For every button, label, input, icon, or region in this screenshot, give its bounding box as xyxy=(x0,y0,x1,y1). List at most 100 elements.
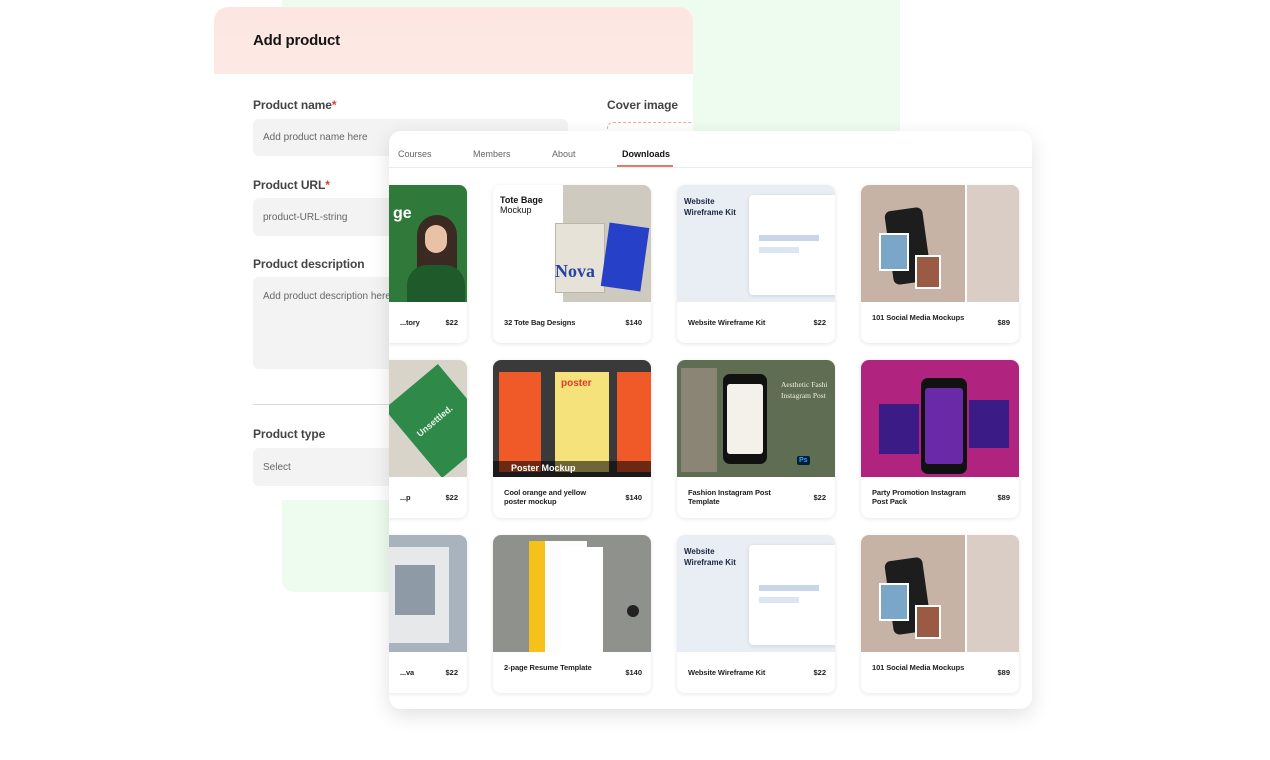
card-thumbnail xyxy=(861,185,1019,302)
photo-card xyxy=(879,233,909,271)
product-card[interactable]: Website Wireframe Kit Website Wireframe … xyxy=(677,185,835,343)
card-price: $22 xyxy=(813,318,826,327)
software-icon xyxy=(627,605,639,617)
fashion-photo-left xyxy=(681,368,717,472)
product-url-placeholder: product-URL-string xyxy=(263,211,348,223)
product-card[interactable]: Tote Bage Mockup Nova 32 Tote Bag Design… xyxy=(493,185,651,343)
card-thumbnail: Website Wireframe Kit xyxy=(677,535,835,652)
product-grid: ge ...tory $22 Tote Bage Mockup Nova 32 … xyxy=(389,131,1032,709)
card-price: $22 xyxy=(445,668,458,677)
product-description-label: Product description xyxy=(253,257,365,271)
card-price: $22 xyxy=(445,318,458,327)
tote-bag-cream xyxy=(555,223,605,293)
product-type-placeholder: Select xyxy=(263,461,291,473)
wireframe-line xyxy=(759,235,819,241)
card-thumbnail: Unsettled. xyxy=(389,360,467,477)
tote-subtitle: Mockup xyxy=(500,205,532,215)
wireframe-title-2: Wireframe Kit xyxy=(684,558,736,567)
card-price: $140 xyxy=(625,493,642,502)
card-name: Party Promotion Instagram Post Pack xyxy=(872,488,966,506)
product-type-label: Product type xyxy=(253,427,326,441)
product-card[interactable]: 2-page Resume Template $140 xyxy=(493,535,651,693)
product-card[interactable]: ...va $22 xyxy=(389,535,467,693)
fashion-title-2: Instagram Post xyxy=(781,391,826,400)
card-thumbnail: Website Wireframe Kit xyxy=(677,185,835,302)
card-thumbnail xyxy=(861,535,1019,652)
portrait-face xyxy=(425,225,447,253)
card-name: Website Wireframe Kit xyxy=(688,668,766,677)
poster-orange-right xyxy=(617,372,651,472)
card-price: $89 xyxy=(997,493,1010,502)
card-price: $89 xyxy=(997,668,1010,677)
phone-screen xyxy=(727,384,763,454)
cover-image-label: Cover image xyxy=(607,98,678,112)
card-thumbnail: poster Poster Mockup xyxy=(493,360,651,477)
card-thumbnail xyxy=(389,535,467,652)
tote-title: Tote Bage xyxy=(500,195,543,205)
product-url-label: Product URL* xyxy=(253,178,330,192)
product-name-placeholder: Add product name here xyxy=(263,132,368,143)
card-price: $89 xyxy=(997,318,1010,327)
thumb-text-ge: ge xyxy=(393,205,412,222)
wireframe-screen xyxy=(749,545,835,645)
poster-word: poster xyxy=(561,378,592,389)
wireframe-title-2: Wireframe Kit xyxy=(684,208,736,217)
poster-orange xyxy=(499,372,541,472)
photo-card xyxy=(879,583,909,621)
required-mark: * xyxy=(325,178,330,192)
tote-nova: Nova xyxy=(555,261,595,281)
product-card[interactable]: Aesthetic Fashi Instagram Post Ps Fashio… xyxy=(677,360,835,518)
product-card[interactable]: 101 Social Media Mockups $89 xyxy=(861,535,1019,693)
portrait-body xyxy=(407,265,465,302)
party-flyer-right xyxy=(969,400,1009,448)
fashion-title-1: Aesthetic Fashi xyxy=(781,380,828,389)
wireframe-screen xyxy=(749,195,835,295)
card-price: $140 xyxy=(625,668,642,677)
card-thumbnail xyxy=(493,535,651,652)
resume-sidebar xyxy=(529,541,545,652)
product-card[interactable]: Party Promotion Instagram Post Pack $89 xyxy=(861,360,1019,518)
card-price: $22 xyxy=(813,493,826,502)
product-card[interactable]: poster Poster Mockup Cool orange and yel… xyxy=(493,360,651,518)
downloads-panel: Courses Members About Downloads ge ...to… xyxy=(389,131,1032,709)
card-thumbnail: ge xyxy=(389,185,467,302)
phone-screen xyxy=(925,388,963,464)
card-price: $22 xyxy=(813,668,826,677)
card-name: Cool orange and yellow poster mockup xyxy=(504,488,586,506)
photo-card xyxy=(915,255,941,289)
product-card[interactable]: Unsettled. ...p $22 xyxy=(389,360,467,518)
form-header: Add product xyxy=(214,7,693,74)
wireframe-title-1: Website xyxy=(684,547,715,556)
product-name-label: Product name* xyxy=(253,98,336,112)
card-thumbnail xyxy=(861,360,1019,477)
product-description-placeholder: Add product description here xyxy=(263,291,391,302)
product-url-label-text: Product URL xyxy=(253,178,326,192)
card-name: Fashion Instagram Post Template xyxy=(688,488,771,506)
card-name: 101 Social Media Mockups xyxy=(872,313,965,322)
wireframe-line xyxy=(759,597,799,603)
card-thumbnail: Tote Bage Mockup Nova xyxy=(493,185,651,302)
card-name: 2-page Resume Template xyxy=(504,663,592,672)
product-name-label-text: Product name xyxy=(253,98,332,112)
product-card[interactable]: 101 Social Media Mockups $89 xyxy=(861,185,1019,343)
party-flyer-left xyxy=(879,404,919,454)
form-title: Add product xyxy=(253,32,340,49)
poster-mockup-label: Poster Mockup xyxy=(511,463,576,473)
photo-card xyxy=(915,605,941,639)
product-card[interactable]: ge ...tory $22 xyxy=(389,185,467,343)
book-image xyxy=(395,565,435,615)
mockup-side-panel xyxy=(965,535,1019,652)
card-name: 101 Social Media Mockups xyxy=(872,663,965,672)
wireframe-line xyxy=(759,247,799,253)
product-card[interactable]: Website Wireframe Kit Website Wireframe … xyxy=(677,535,835,693)
wireframe-title-1: Website xyxy=(684,197,715,206)
card-thumbnail: Aesthetic Fashi Instagram Post Ps xyxy=(677,360,835,477)
card-name: 32 Tote Bag Designs xyxy=(504,318,576,327)
card-price: $22 xyxy=(445,493,458,502)
photoshop-icon: Ps xyxy=(797,456,810,465)
card-name: Website Wireframe Kit xyxy=(688,318,766,327)
mockup-side-panel xyxy=(965,185,1019,302)
required-mark: * xyxy=(331,98,337,112)
card-price: $140 xyxy=(625,318,642,327)
resume-page-2 xyxy=(561,547,603,652)
